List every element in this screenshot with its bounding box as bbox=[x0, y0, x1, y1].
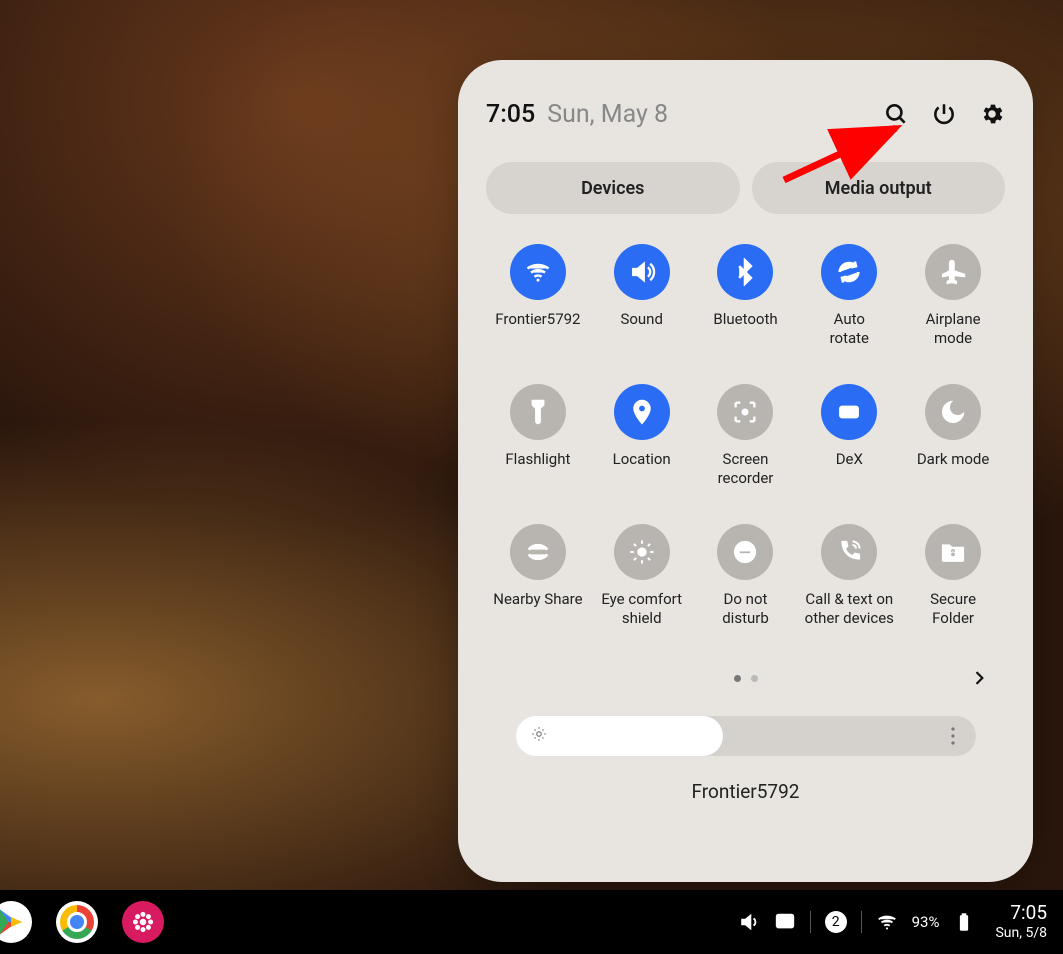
tile-nearby-share[interactable]: Nearby Share bbox=[486, 524, 590, 628]
tray-battery-percent: 93% bbox=[912, 913, 940, 931]
brightness-icon bbox=[530, 725, 548, 747]
brightness-fill bbox=[516, 716, 723, 756]
tile-screen-recorder[interactable]: Screen recorder bbox=[694, 384, 798, 488]
taskbar: 2 93% 7:05 Sun, 5/8 bbox=[0, 890, 1063, 954]
svg-text:A: A bbox=[640, 550, 644, 556]
panel-date: Sun, May 8 bbox=[547, 100, 883, 129]
tile-label: Frontier5792 bbox=[495, 310, 580, 348]
tile-eye-comfort[interactable]: A Eye comfort shield bbox=[590, 524, 694, 628]
sound-icon bbox=[614, 244, 670, 300]
tile-dnd[interactable]: Do not disturb bbox=[694, 524, 798, 628]
settings-icon[interactable] bbox=[979, 101, 1005, 127]
tray-wifi-icon[interactable] bbox=[876, 911, 898, 933]
tile-label: Dark mode bbox=[917, 450, 990, 488]
panel-header: 7:05 Sun, May 8 bbox=[486, 94, 1005, 134]
tile-label: Screen recorder bbox=[718, 450, 774, 488]
tile-label: Do not disturb bbox=[722, 590, 769, 628]
tile-label: Airplane mode bbox=[926, 310, 981, 348]
tray-separator bbox=[810, 911, 811, 933]
tile-label: Secure Folder bbox=[930, 590, 976, 628]
system-tray[interactable]: 2 93% 7:05 Sun, 5/8 bbox=[738, 902, 1053, 942]
tile-label: Flashlight bbox=[505, 450, 570, 488]
location-icon bbox=[614, 384, 670, 440]
tile-auto-rotate[interactable]: Auto rotate bbox=[797, 244, 901, 348]
tile-dex[interactable]: DeX DeX bbox=[797, 384, 901, 488]
search-icon[interactable] bbox=[883, 101, 909, 127]
tile-airplane[interactable]: Airplane mode bbox=[901, 244, 1005, 348]
tray-cast-icon[interactable] bbox=[774, 911, 796, 933]
page-dot[interactable] bbox=[734, 675, 741, 682]
tile-label: Auto rotate bbox=[830, 310, 869, 348]
tile-label: Call & text on other devices bbox=[805, 590, 894, 628]
media-output-button[interactable]: Media output bbox=[752, 162, 1006, 214]
power-icon[interactable] bbox=[931, 101, 957, 127]
tile-label: Sound bbox=[620, 310, 662, 348]
brightness-slider[interactable] bbox=[516, 716, 976, 756]
call-text-icon bbox=[821, 524, 877, 580]
pill-row: Devices Media output bbox=[486, 162, 1005, 214]
pagination-row bbox=[486, 658, 1005, 698]
tray-time: 7:05 bbox=[995, 902, 1047, 925]
tile-label: Nearby Share bbox=[493, 590, 582, 628]
dark-mode-icon bbox=[925, 384, 981, 440]
tile-label: Bluetooth bbox=[713, 310, 777, 348]
app-gallery[interactable] bbox=[122, 901, 164, 943]
panel-time: 7:05 bbox=[486, 100, 535, 129]
flashlight-icon bbox=[510, 384, 566, 440]
page-dots bbox=[734, 675, 758, 682]
app-chrome[interactable] bbox=[56, 901, 98, 943]
tile-bluetooth[interactable]: Bluetooth bbox=[694, 244, 798, 348]
devices-button[interactable]: Devices bbox=[486, 162, 740, 214]
bluetooth-icon bbox=[717, 244, 773, 300]
quick-tile-grid: Frontier5792 Sound Bluetooth Auto rotate… bbox=[486, 244, 1005, 628]
panel-footer-network[interactable]: Frontier5792 bbox=[486, 780, 1005, 803]
tray-volume-icon[interactable] bbox=[738, 911, 760, 933]
tray-date: Sun, 5/8 bbox=[995, 925, 1047, 942]
tray-notification-badge[interactable]: 2 bbox=[825, 911, 847, 933]
tile-wifi[interactable]: Frontier5792 bbox=[486, 244, 590, 348]
brightness-more-icon[interactable] bbox=[944, 727, 962, 745]
tile-label: Location bbox=[613, 450, 671, 488]
svg-text:DeX: DeX bbox=[842, 408, 856, 417]
nearby-share-icon bbox=[510, 524, 566, 580]
next-page-icon[interactable] bbox=[963, 662, 995, 694]
tile-flashlight[interactable]: Flashlight bbox=[486, 384, 590, 488]
eye-comfort-icon: A bbox=[614, 524, 670, 580]
tray-clock[interactable]: 7:05 Sun, 5/8 bbox=[995, 902, 1047, 942]
screen-recorder-icon bbox=[717, 384, 773, 440]
auto-rotate-icon bbox=[821, 244, 877, 300]
wifi-icon bbox=[510, 244, 566, 300]
tile-location[interactable]: Location bbox=[590, 384, 694, 488]
tile-call-text[interactable]: Call & text on other devices bbox=[797, 524, 901, 628]
tile-sound[interactable]: Sound bbox=[590, 244, 694, 348]
dex-icon: DeX bbox=[821, 384, 877, 440]
tile-secure-folder[interactable]: Secure Folder bbox=[901, 524, 1005, 628]
app-play-store[interactable] bbox=[0, 901, 32, 943]
tray-separator bbox=[861, 911, 862, 933]
secure-folder-icon bbox=[925, 524, 981, 580]
tile-dark-mode[interactable]: Dark mode bbox=[901, 384, 1005, 488]
page-dot[interactable] bbox=[751, 675, 758, 682]
quick-settings-panel: 7:05 Sun, May 8 Devices Media output Fro… bbox=[458, 60, 1033, 882]
dnd-icon bbox=[717, 524, 773, 580]
tile-label: Eye comfort shield bbox=[601, 590, 682, 628]
airplane-icon bbox=[925, 244, 981, 300]
header-icon-row bbox=[883, 101, 1005, 127]
shelf-apps bbox=[10, 901, 164, 943]
tile-label: DeX bbox=[836, 450, 863, 488]
tray-battery-icon[interactable] bbox=[953, 911, 975, 933]
